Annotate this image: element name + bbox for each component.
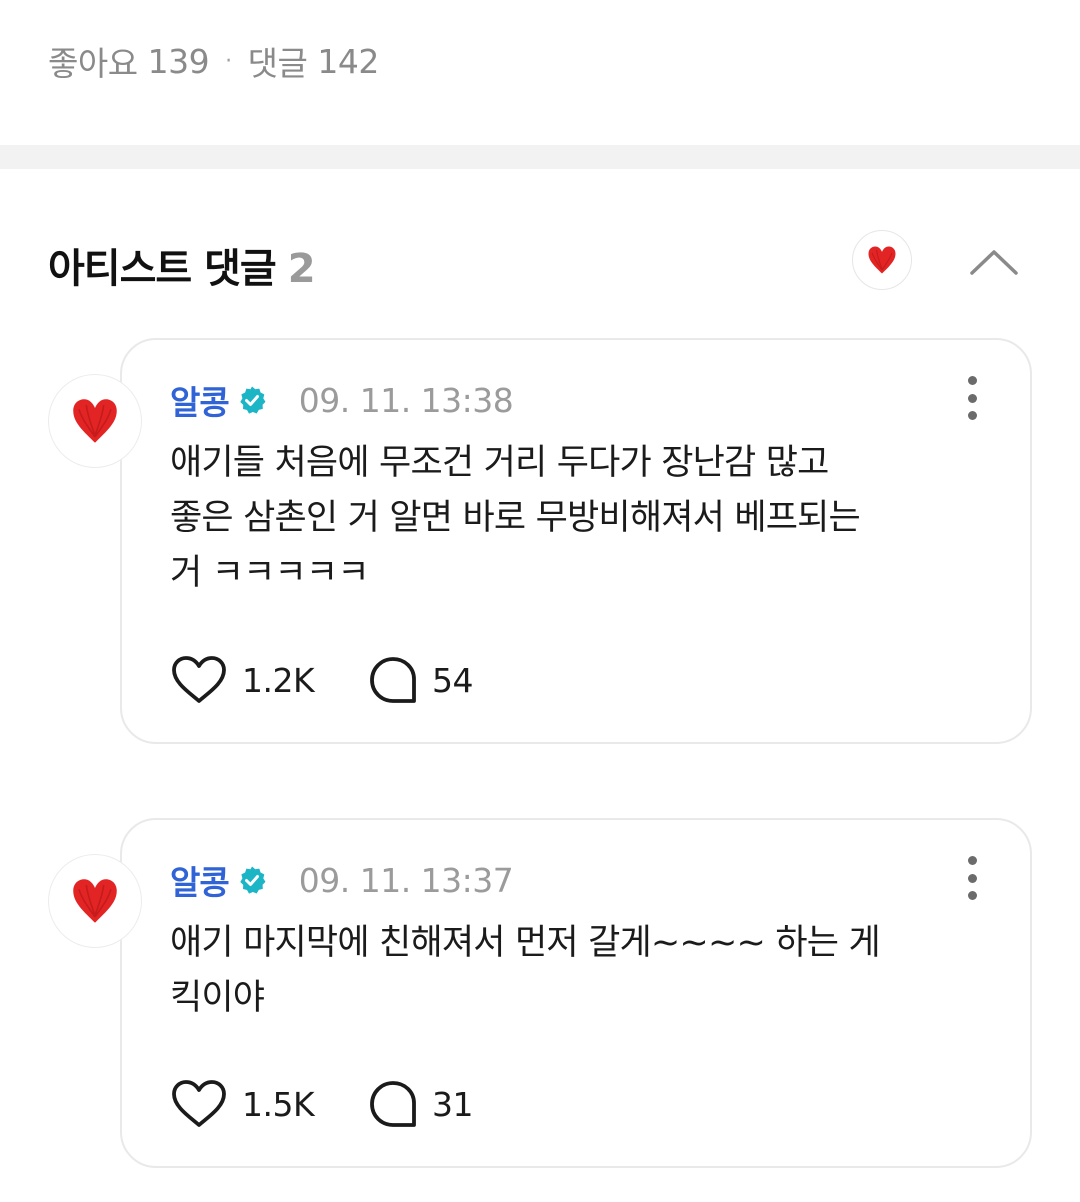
collapse-button[interactable] <box>968 236 1020 288</box>
more-vertical-icon <box>967 856 977 865</box>
reply-button[interactable]: 54 <box>368 655 474 705</box>
speech-bubble-icon <box>370 1081 416 1127</box>
verified-badge-icon <box>237 865 267 895</box>
like-count: 1.5K <box>242 1084 315 1124</box>
comment-text: 애기 마지막에 친해져서 먼저 갈게~~~~ 하는 게 킥이야 <box>170 923 881 1018</box>
more-options-button[interactable] <box>954 856 990 900</box>
comments-count: 142 <box>317 41 379 81</box>
speech-bubble-icon <box>370 657 416 703</box>
reply-count: 54 <box>432 660 474 700</box>
artist-comment: 알콩 09. 11. 13:38 애기들 처음에 무조건 거리 두다가 장난감 … <box>48 338 1032 744</box>
artist-comments-header: 아티스트 댓글 2 <box>48 230 1032 294</box>
comment-card: 알콩 09. 11. 13:38 애기들 처음에 무조건 거리 두다가 장난감 … <box>120 338 1032 744</box>
like-button[interactable]: 1.2K <box>170 654 368 706</box>
comment-author[interactable]: 알콩 <box>170 856 230 904</box>
red-heart-icon[interactable] <box>852 230 912 290</box>
comment-meta: 알콩 09. 11. 13:37 <box>170 856 514 904</box>
reply-count: 31 <box>432 1084 474 1124</box>
section-divider <box>0 145 1080 169</box>
red-heart-icon <box>73 879 117 923</box>
more-vertical-icon <box>967 376 977 385</box>
stats-separator: · <box>225 48 232 74</box>
verified-badge-icon <box>237 385 267 415</box>
comment-timestamp: 09. 11. 13:37 <box>298 860 514 900</box>
comment-text: 애기들 처음에 무조건 거리 두다가 장난감 많고 좋은 삼촌인 거 알면 바로… <box>170 443 861 593</box>
heart-outline-icon <box>172 1080 226 1127</box>
likes-count: 139 <box>147 41 210 81</box>
heart-outline-icon <box>172 656 226 703</box>
comment-actions: 1.5K 31 <box>170 1076 474 1132</box>
likes-label: 좋아요 <box>48 44 138 83</box>
chevron-up-icon <box>970 250 1018 275</box>
section-count: 2 <box>287 246 316 292</box>
comment-card: 알콩 09. 11. 13:37 애기 마지막에 친해져서 먼저 갈게~~~~ … <box>120 818 1032 1168</box>
reply-button[interactable]: 31 <box>368 1079 474 1129</box>
like-button[interactable]: 1.5K <box>170 1078 368 1130</box>
post-stats: 좋아요 139 · 댓글 142 <box>48 38 379 84</box>
artist-avatar[interactable] <box>48 854 142 948</box>
red-heart-icon <box>73 399 117 443</box>
comments-label: 댓글 <box>247 44 308 83</box>
artist-comment: 알콩 09. 11. 13:37 애기 마지막에 친해져서 먼저 갈게~~~~ … <box>48 818 1032 1168</box>
like-count: 1.2K <box>242 660 315 700</box>
section-title-text: 아티스트 댓글 <box>48 246 277 292</box>
comment-actions: 1.2K 54 <box>170 652 474 708</box>
comment-timestamp: 09. 11. 13:38 <box>298 380 514 420</box>
comment-author[interactable]: 알콩 <box>170 376 230 424</box>
more-options-button[interactable] <box>954 376 990 420</box>
comment-meta: 알콩 09. 11. 13:38 <box>170 376 514 424</box>
section-title: 아티스트 댓글 2 <box>48 236 316 294</box>
artist-avatar[interactable] <box>48 374 142 468</box>
